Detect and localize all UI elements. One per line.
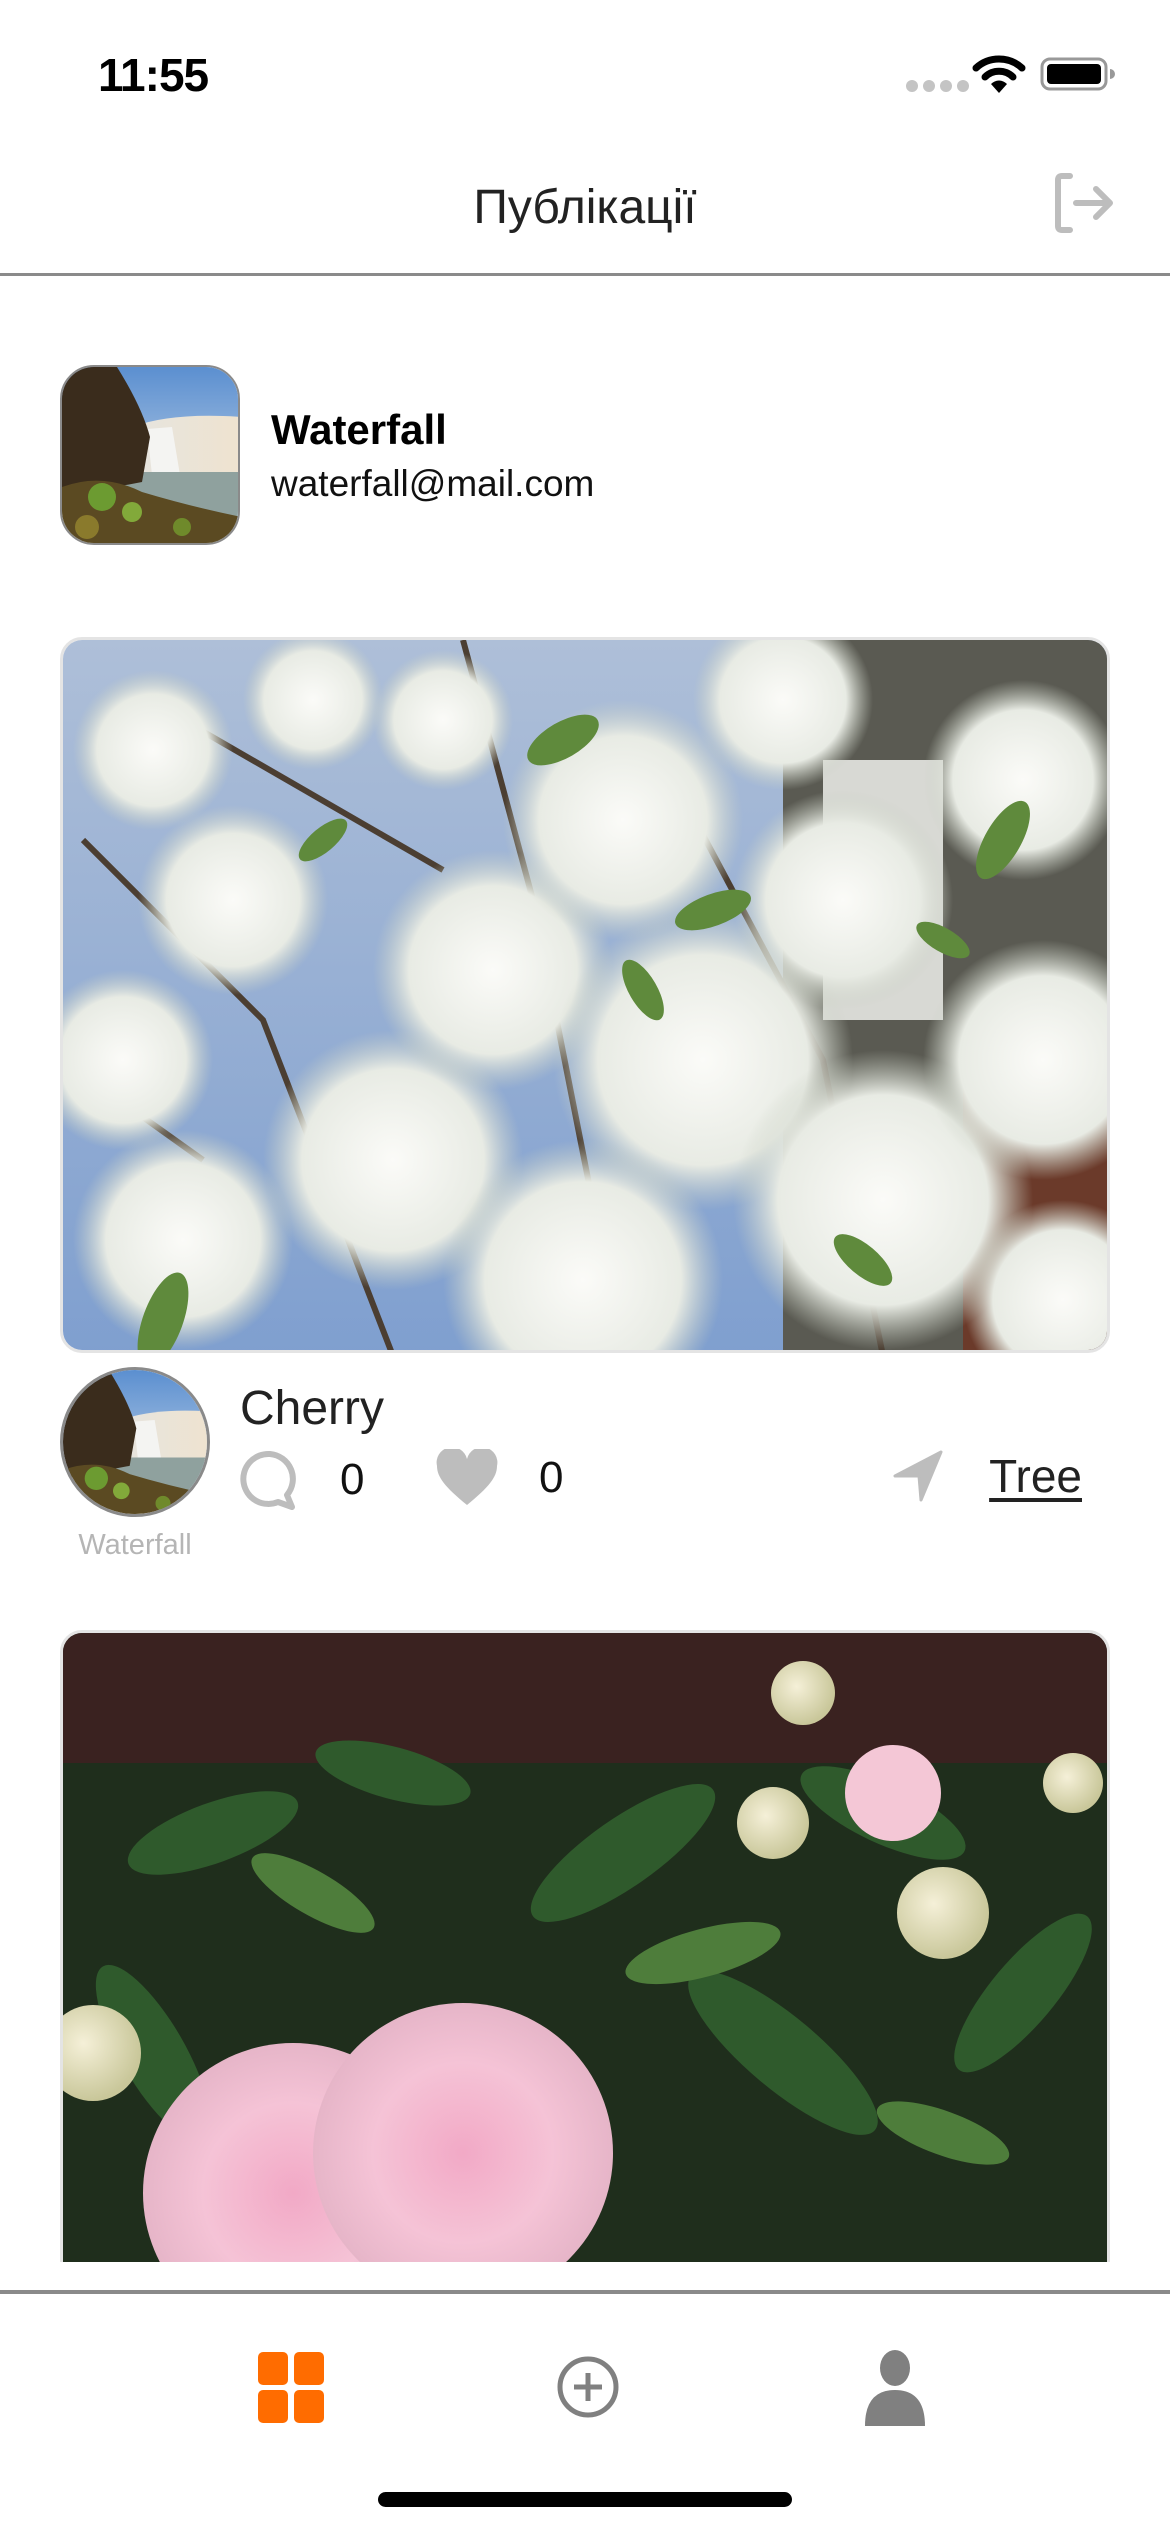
logout-icon[interactable] <box>1050 170 1116 236</box>
profile-name: Waterfall <box>271 406 447 453</box>
post-image[interactable] <box>60 1630 1110 2262</box>
comments-button[interactable]: 0 <box>240 1449 364 1511</box>
post-image[interactable] <box>60 637 1110 1353</box>
post-meta: Waterfall Cherry 0 0 Tree <box>60 1367 1110 1561</box>
location-arrow-icon <box>893 1450 943 1502</box>
signal-dots-icon <box>906 80 969 92</box>
profile-email: waterfall@mail.com <box>271 463 595 504</box>
likes-count: 0 <box>539 1453 564 1502</box>
status-time: 11:55 <box>98 49 209 101</box>
page-title: Публікації <box>473 181 697 234</box>
heart-icon <box>436 1449 498 1505</box>
user-profile-card: Waterfall waterfall@mail.com <box>60 365 1110 545</box>
tab-create-plus-circle-icon[interactable] <box>548 2346 628 2426</box>
pink-peony-photo <box>63 1633 1107 2262</box>
waterfall-photo <box>63 1370 207 1514</box>
nav-header: Публікації <box>0 140 1170 276</box>
cherry-blossom-photo <box>63 640 1107 1350</box>
home-indicator[interactable] <box>378 2492 792 2507</box>
likes-button[interactable]: 0 <box>435 1449 563 1507</box>
profile-avatar <box>60 365 240 545</box>
post-title: Cherry <box>240 1382 385 1435</box>
battery-icon <box>1040 57 1115 91</box>
post-author-name: Waterfall <box>78 1529 192 1561</box>
tab-posts-grid-icon[interactable] <box>252 2346 332 2426</box>
status-bar: 11:55 <box>0 0 1170 140</box>
waterfall-photo <box>62 367 238 543</box>
wifi-icon <box>972 55 1026 93</box>
location-link[interactable]: Tree <box>893 1449 1082 1503</box>
posts-scroll-view[interactable]: Waterfall waterfall@mail.com Waterfall C… <box>0 279 1170 2262</box>
author-avatar[interactable] <box>60 1367 210 1517</box>
location-label: Tree <box>989 1450 1082 1502</box>
comment-icon <box>240 1450 296 1510</box>
tab-profile-user-icon[interactable] <box>855 2346 935 2426</box>
comments-count: 0 <box>340 1455 365 1504</box>
